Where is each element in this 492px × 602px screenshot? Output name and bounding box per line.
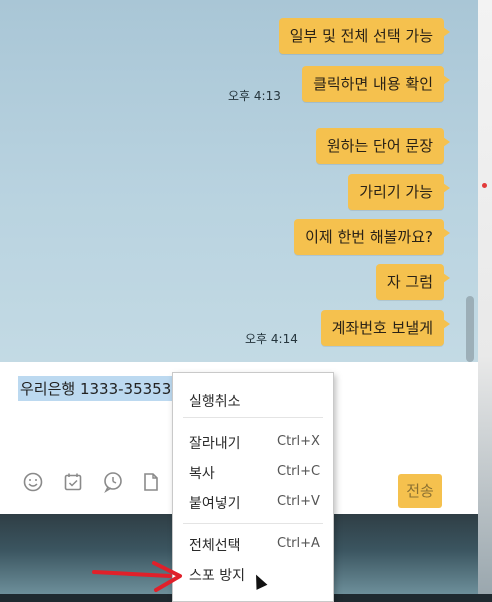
chat-bubble[interactable]: 일부 및 전체 선택 가능 (278, 18, 451, 54)
chat-bubble[interactable]: 가리기 가능 (348, 174, 450, 210)
chat-bubble[interactable]: 계좌번호 보낼게 (320, 310, 451, 346)
notification-dot (482, 183, 487, 188)
menu-item-label: 전체선택 (189, 538, 241, 554)
menu-separator (183, 417, 323, 418)
red-arrow-annotation (92, 561, 182, 592)
menu-item-copy[interactable]: 복사 Ctrl+C (189, 461, 325, 483)
send-button[interactable]: 전송 (398, 474, 442, 508)
chat-bubble[interactable]: 원하는 단어 문장 (315, 128, 451, 164)
calendar-icon[interactable] (62, 471, 84, 493)
chat-bubble[interactable]: 이제 한번 해볼까요? (294, 219, 450, 255)
menu-item-paste[interactable]: 붙여넣기 Ctrl+V (189, 491, 325, 513)
menu-item-shortcut: Ctrl+C (277, 464, 321, 479)
menu-item-label: 잘라내기 (189, 436, 241, 452)
chat-scrollbar[interactable] (466, 296, 474, 362)
menu-item-shortcut: Ctrl+A (277, 536, 320, 551)
message-timestamp: 오후 4:14 (245, 332, 298, 346)
context-menu[interactable]: 실행취소 잘라내기 Ctrl+X 복사 Ctrl+C 붙여넣기 Ctrl+V 전… (172, 372, 334, 602)
chat-bubble[interactable]: 클릭하면 내용 확인 (302, 66, 450, 102)
menu-item-label: 복사 (189, 466, 215, 482)
chat-bubble[interactable]: 자 그럼 (375, 264, 451, 300)
emoji-icon[interactable] (22, 471, 44, 493)
menu-item-label: 실행취소 (189, 394, 241, 410)
chat-bubble-icon[interactable] (102, 471, 124, 493)
menu-item-cut[interactable]: 잘라내기 Ctrl+X (189, 431, 325, 453)
menu-item-select-all[interactable]: 전체선택 Ctrl+A (189, 533, 325, 555)
menu-separator (183, 523, 323, 524)
message-timestamp: 오후 4:13 (228, 89, 281, 103)
menu-item-undo[interactable]: 실행취소 (189, 389, 325, 411)
chat-message-area[interactable]: 일부 및 전체 선택 가능 클릭하면 내용 확인 오후 4:13 원하는 단어 … (0, 0, 478, 362)
message-input[interactable]: 우리은행 1333-353535 (18, 376, 183, 401)
menu-item-shortcut: Ctrl+X (277, 434, 320, 449)
menu-item-label: 붙여넣기 (189, 496, 241, 512)
menu-item-shortcut: Ctrl+V (277, 494, 320, 509)
file-icon[interactable] (140, 471, 162, 493)
window-edge (478, 0, 492, 594)
menu-item-label: 스포 방지 (189, 568, 245, 584)
